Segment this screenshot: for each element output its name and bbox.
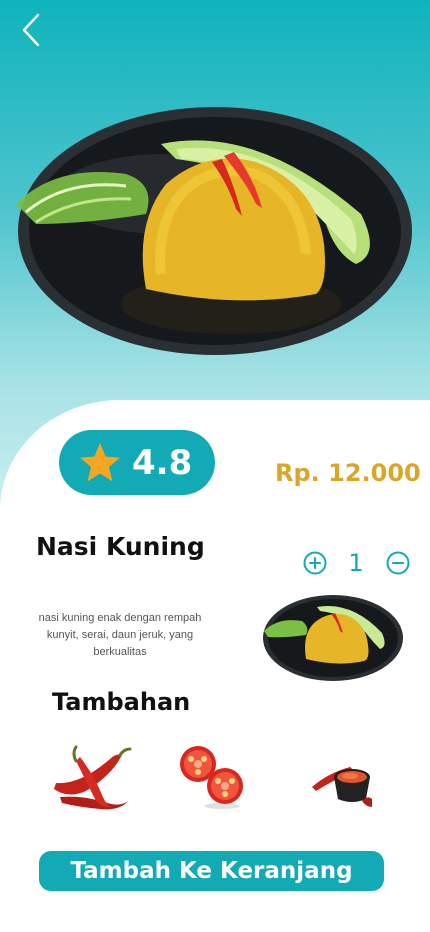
food-thumbnail <box>263 595 403 681</box>
addon-title: Tambahan <box>52 688 191 716</box>
sambal-cup-icon[interactable] <box>310 757 372 809</box>
rating-badge: 4.8 <box>59 430 215 495</box>
red-chili-icon[interactable] <box>50 745 134 811</box>
chevron-left-icon[interactable] <box>14 10 54 50</box>
food-description: nasi kuning enak dengan rempah kunyit, s… <box>38 612 202 658</box>
food-name: Nasi Kuning <box>36 532 205 561</box>
price-label: Rp. 12.000 <box>275 459 421 487</box>
minus-circle-icon[interactable] <box>386 551 410 575</box>
plus-circle-icon[interactable] <box>303 551 327 575</box>
add-to-cart-button[interactable]: Tambah Ke Keranjang <box>39 851 384 891</box>
tomato-slices-icon[interactable] <box>176 742 248 810</box>
rating-value: 4.8 <box>132 442 193 483</box>
hero-food-image <box>16 107 412 355</box>
quantity-value: 1 <box>348 549 364 577</box>
star-icon <box>79 442 121 481</box>
